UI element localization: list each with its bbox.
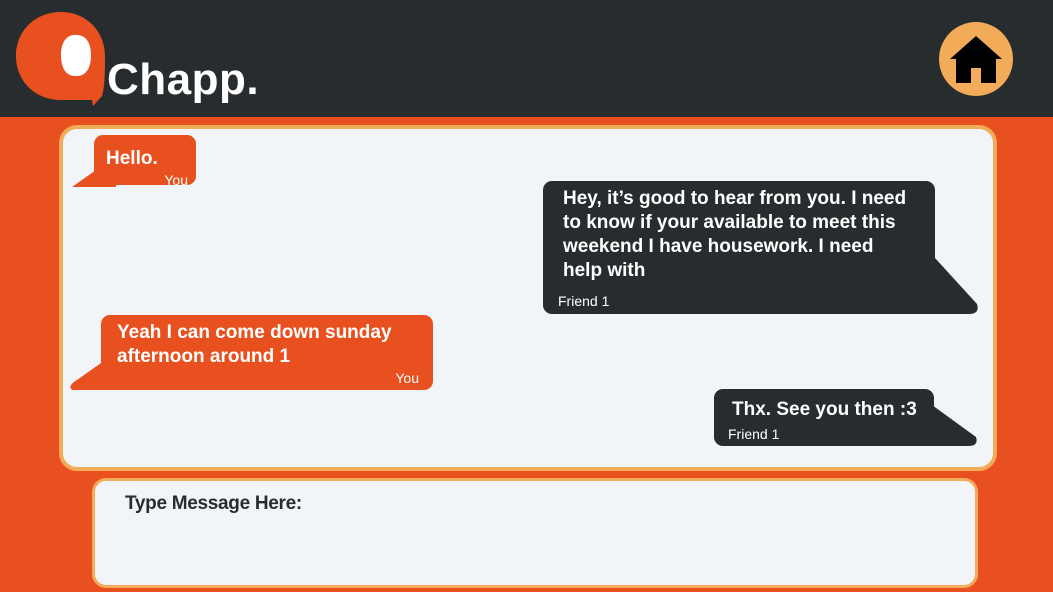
app-title: Chapp. xyxy=(107,55,260,104)
message-sender: You xyxy=(395,370,419,386)
message-sender: You xyxy=(164,172,188,188)
message-text: Thx. See you then :3 xyxy=(732,399,917,420)
message-text: Yeah I can come down sunday afternoon ar… xyxy=(117,322,392,367)
message-bubble: Yeah I can come down sunday afternoon ar… xyxy=(70,315,433,390)
message-bubble: Thx. See you then :3 Friend 1 xyxy=(714,389,977,446)
message-sender: Friend 1 xyxy=(558,293,610,309)
message-text: Hello. xyxy=(106,148,158,169)
message-text: Hey, it’s good to hear from you. I need … xyxy=(563,188,907,281)
home-icon xyxy=(950,36,1002,83)
message-bubble: Hello. You xyxy=(72,135,196,188)
app-header: Chapp. xyxy=(0,0,1053,117)
message-sender: Friend 1 xyxy=(728,426,780,442)
message-input-placeholder: Type Message Here: xyxy=(125,493,302,514)
chat-panel: Hello. You Hey, it’s good to hear from y… xyxy=(59,125,997,471)
chat-bubble-logo-icon xyxy=(16,12,105,106)
home-button[interactable] xyxy=(939,22,1013,96)
message-input[interactable]: Type Message Here: xyxy=(92,478,978,588)
message-bubble: Hey, it’s good to hear from you. I need … xyxy=(543,181,978,314)
